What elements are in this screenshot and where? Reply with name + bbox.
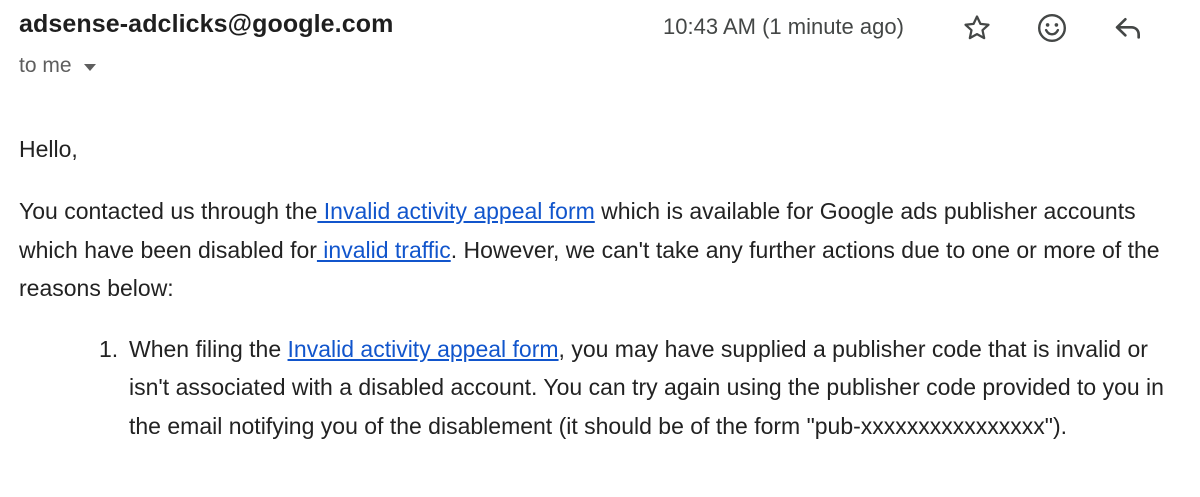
email-message: adsense-adclicks@google.com to me 10:43 … bbox=[0, 0, 1200, 497]
reason-text-1: When filing the bbox=[129, 335, 288, 362]
invalid-traffic-link[interactable]: invalid traffic bbox=[317, 237, 450, 263]
appeal-form-link[interactable]: Invalid activity appeal form bbox=[288, 336, 559, 362]
reply-button[interactable] bbox=[1110, 10, 1146, 46]
appeal-form-link[interactable]: Invalid activity appeal form bbox=[317, 198, 595, 224]
greeting: Hello, bbox=[19, 136, 78, 162]
list-item-number: 1. bbox=[99, 335, 119, 362]
emoji-reaction-icon bbox=[1037, 13, 1067, 43]
reasons-list: 1. When filing the Invalid activity appea… bbox=[19, 330, 1189, 446]
add-reaction-button[interactable] bbox=[1034, 10, 1070, 46]
star-button[interactable] bbox=[959, 10, 995, 46]
list-item: 1. When filing the Invalid activity appea… bbox=[99, 330, 1189, 446]
chevron-down-icon[interactable] bbox=[83, 63, 96, 71]
message-body: Hello, You contacted us through the Inva… bbox=[19, 130, 1189, 445]
message-timestamp: 10:43 AM (1 minute ago) bbox=[663, 14, 904, 39]
recipient-label: to me bbox=[19, 54, 72, 77]
star-icon bbox=[964, 15, 990, 40]
recipient-details-toggle[interactable]: to me bbox=[19, 54, 96, 78]
intro-text-1: You contacted us through the bbox=[19, 198, 318, 224]
sender-address[interactable]: adsense-adclicks@google.com bbox=[19, 10, 393, 39]
reply-icon bbox=[1115, 18, 1140, 39]
intro-paragraph: You contacted us through the Invalid act… bbox=[19, 192, 1189, 308]
